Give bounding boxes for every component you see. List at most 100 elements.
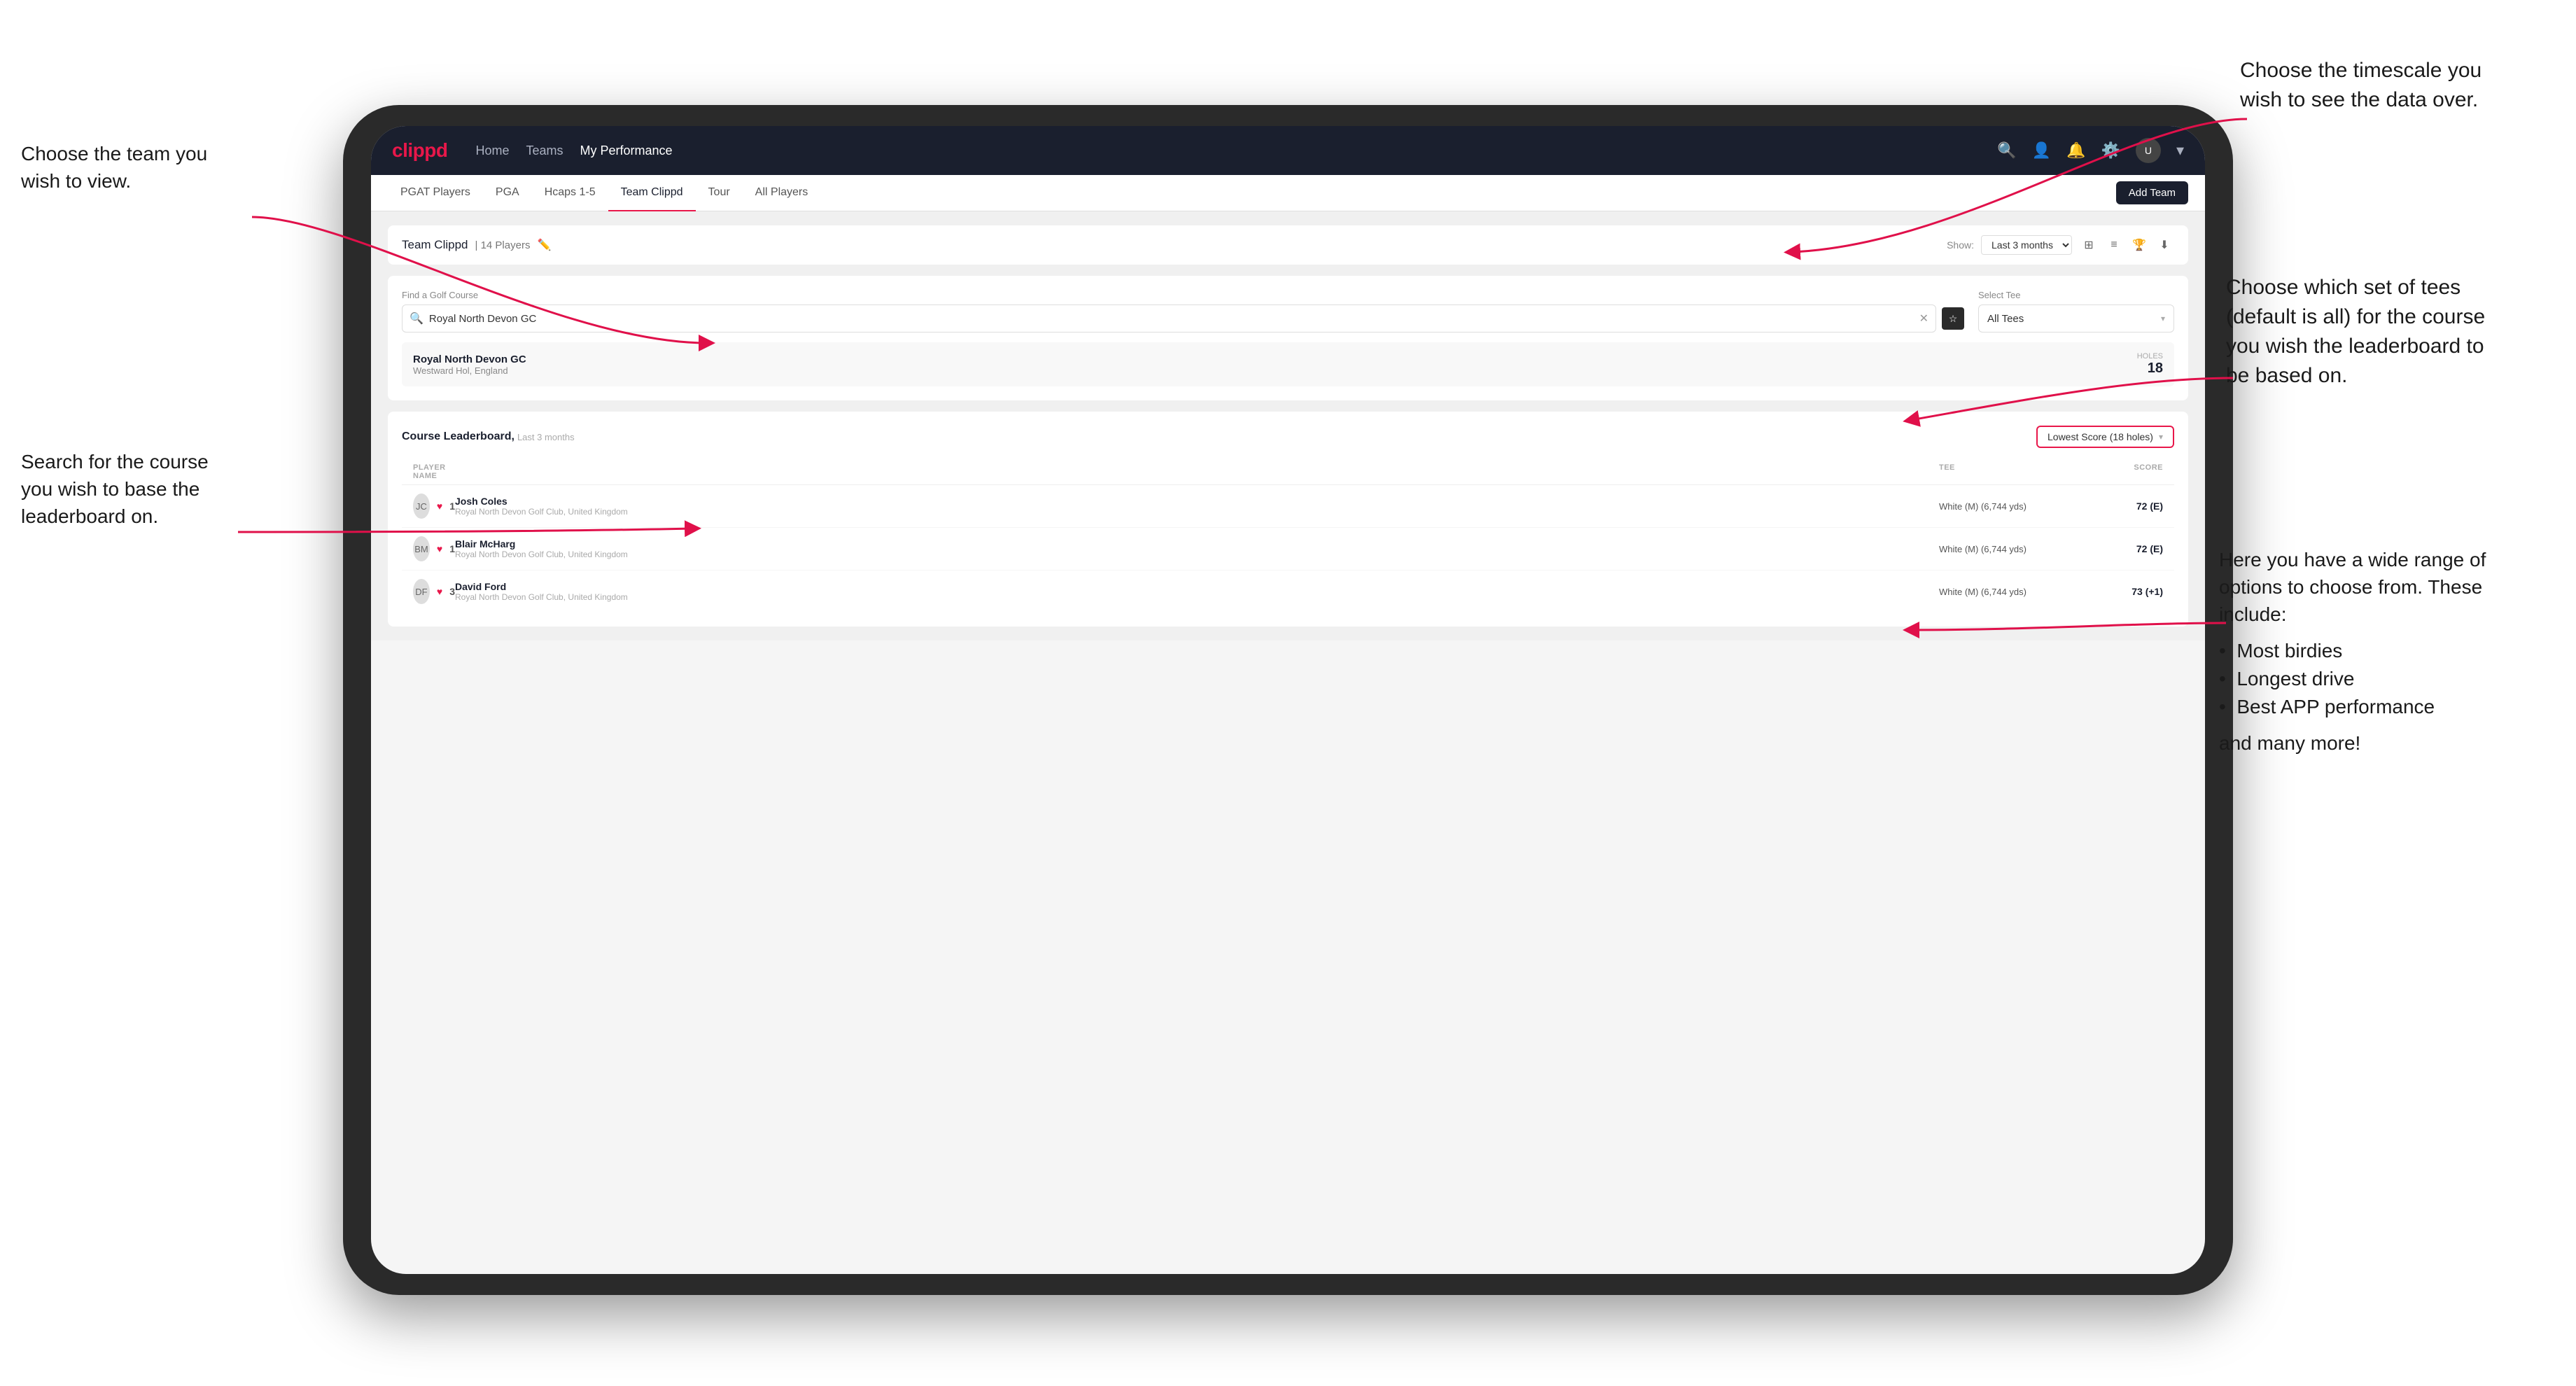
tee-select-value: All Tees — [1987, 313, 2024, 325]
annotation-option-1: • Most birdies — [2219, 640, 2527, 662]
table-row: JC ♥ 1 Josh Coles Royal North Devon Golf… — [402, 485, 2174, 528]
team-name: Team Clippd — [402, 238, 468, 252]
annotation-options-footer: and many more! — [2219, 732, 2527, 755]
list-view-icon[interactable]: ≡ — [2104, 235, 2124, 255]
table-header: PLAYER NAME TEE SCORE — [402, 459, 2174, 485]
app-logo: clippd — [392, 139, 447, 162]
rank-number-2: 1 — [449, 543, 455, 554]
player-name-3: David Ford — [455, 581, 1939, 592]
holes-label: Holes — [2137, 352, 2163, 360]
rank-number-3: 3 — [449, 586, 455, 597]
player-club-2: Royal North Devon Golf Club, United King… — [455, 550, 1939, 559]
time-period-select[interactable]: Last 3 months — [1981, 235, 2072, 255]
tablet-screen: clippd Home Teams My Performance 🔍 👤 🔔 ⚙… — [371, 126, 2205, 1274]
nav-my-performance[interactable]: My Performance — [580, 144, 672, 158]
annotation-search-course: Search for the course you wish to base t… — [21, 448, 231, 531]
heart-icon: ♥ — [437, 543, 442, 554]
leaderboard-subtitle: Last 3 months — [517, 432, 575, 442]
tee-select-dropdown[interactable]: All Tees ▾ — [1978, 304, 2174, 332]
team-header-bar: Team Clippd | 14 Players ✏️ Show: Last 3… — [388, 225, 2188, 265]
leaderboard-header: Course Leaderboard, Last 3 months Lowest… — [402, 426, 2174, 448]
download-icon[interactable]: ⬇ — [2155, 235, 2174, 255]
annotation-timescale: Choose the timescale you wish to see the… — [2240, 56, 2506, 115]
avatar[interactable]: U — [2136, 138, 2161, 163]
annotation-options: Here you have a wide range of options to… — [2219, 546, 2527, 755]
heart-icon: ♥ — [437, 586, 442, 597]
search-icon: 🔍 — [410, 312, 424, 326]
rank-number-1: 1 — [449, 500, 455, 512]
clear-search-button[interactable]: ✕ — [1919, 312, 1928, 326]
subnav-tour[interactable]: Tour — [696, 175, 743, 211]
subnav-pgat[interactable]: PGAT Players — [388, 175, 483, 211]
trophy-icon[interactable]: 🏆 — [2129, 235, 2149, 255]
player-club-1: Royal North Devon Golf Club, United King… — [455, 507, 1939, 517]
course-finder-card: Find a Golf Course 🔍 Royal North Devon G… — [388, 276, 2188, 400]
favorite-button[interactable]: ☆ — [1942, 307, 1964, 330]
chevron-down-icon: ▾ — [2176, 141, 2184, 160]
annotation-option-2: • Longest drive — [2219, 668, 2527, 690]
nav-links: Home Teams My Performance — [475, 144, 672, 158]
score-type-value: Lowest Score (18 holes) — [2047, 431, 2153, 442]
player-info-2: Blair McHarg Royal North Devon Golf Club… — [455, 538, 1939, 559]
row-rank-2: BM ♥ 1 — [413, 536, 455, 561]
player-avatar-2: BM — [413, 536, 430, 561]
edit-icon[interactable]: ✏️ — [537, 238, 551, 252]
nav-bar: clippd Home Teams My Performance 🔍 👤 🔔 ⚙… — [371, 126, 2205, 175]
add-team-button[interactable]: Add Team — [2116, 181, 2188, 204]
tee-info-1: White (M) (6,744 yds) — [1939, 501, 2079, 512]
player-info-1: Josh Coles Royal North Devon Golf Club, … — [455, 496, 1939, 517]
select-tee-section: Select Tee All Tees ▾ — [1978, 290, 2174, 332]
player-club-3: Royal North Devon Golf Club, United King… — [455, 592, 1939, 602]
grid-view-icon[interactable]: ⊞ — [2079, 235, 2099, 255]
user-icon[interactable]: 👤 — [2032, 141, 2051, 160]
nav-home[interactable]: Home — [475, 144, 509, 158]
select-tee-label: Select Tee — [1978, 290, 2174, 300]
find-course-label: Find a Golf Course — [402, 290, 1964, 300]
course-search-value: Royal North Devon GC — [429, 313, 1914, 325]
chevron-down-icon: ▾ — [2161, 314, 2165, 323]
leaderboard-title: Course Leaderboard, — [402, 430, 514, 443]
table-row: BM ♥ 1 Blair McHarg Royal North Devon Go… — [402, 528, 2174, 570]
team-player-count: | 14 Players — [475, 239, 531, 251]
col-header-player: PLAYER NAME — [413, 463, 455, 480]
annotation-tees: Choose which set of tees (default is all… — [2226, 273, 2506, 391]
nav-teams[interactable]: Teams — [526, 144, 563, 158]
table-row: DF ♥ 3 David Ford Royal North Devon Golf… — [402, 570, 2174, 612]
subnav-hcaps[interactable]: Hcaps 1-5 — [532, 175, 608, 211]
annotation-option-3: • Best APP performance — [2219, 696, 2527, 718]
player-avatar-1: JC — [413, 493, 430, 519]
score-info-2: 72 (E) — [2079, 543, 2163, 554]
leaderboard-card: Course Leaderboard, Last 3 months Lowest… — [388, 412, 2188, 626]
subnav-team-clippd[interactable]: Team Clippd — [608, 175, 696, 211]
find-course-section: Find a Golf Course 🔍 Royal North Devon G… — [402, 290, 1964, 332]
score-info-3: 73 (+1) — [2079, 586, 2163, 597]
course-search-input[interactable]: 🔍 Royal North Devon GC ✕ — [402, 304, 1936, 332]
player-name-1: Josh Coles — [455, 496, 1939, 507]
course-holes: Holes 18 — [2137, 352, 2163, 377]
nav-icons: 🔍 👤 🔔 ⚙️ U ▾ — [1997, 138, 2184, 163]
course-result-name: Royal North Devon GC — [413, 354, 2137, 365]
heart-icon: ♥ — [437, 500, 442, 512]
main-content: Team Clippd | 14 Players ✏️ Show: Last 3… — [371, 211, 2205, 640]
course-result: Royal North Devon GC Westward Hol, Engla… — [402, 342, 2174, 386]
chevron-down-icon: ▾ — [2159, 432, 2163, 442]
row-rank-3: DF ♥ 3 — [413, 579, 455, 604]
score-info-1: 72 (E) — [2079, 500, 2163, 512]
subnav-pga[interactable]: PGA — [483, 175, 532, 211]
player-name-2: Blair McHarg — [455, 538, 1939, 550]
settings-icon[interactable]: ⚙️ — [2101, 141, 2120, 160]
view-icons: ⊞ ≡ 🏆 ⬇ — [2079, 235, 2174, 255]
course-result-location: Westward Hol, England — [413, 365, 2137, 376]
subnav-all-players[interactable]: All Players — [743, 175, 821, 211]
row-rank-1: JC ♥ 1 — [413, 493, 455, 519]
player-info-3: David Ford Royal North Devon Golf Club, … — [455, 581, 1939, 602]
holes-number: 18 — [2137, 360, 2163, 377]
score-type-select[interactable]: Lowest Score (18 holes) ▾ — [2036, 426, 2174, 448]
player-avatar-3: DF — [413, 579, 430, 604]
tee-info-2: White (M) (6,744 yds) — [1939, 544, 2079, 554]
search-icon[interactable]: 🔍 — [1997, 141, 2016, 160]
tablet-device: clippd Home Teams My Performance 🔍 👤 🔔 ⚙… — [343, 105, 2233, 1295]
col-header-tee: TEE — [1939, 463, 2079, 480]
bell-icon[interactable]: 🔔 — [2066, 141, 2085, 160]
col-header-score: SCORE — [2079, 463, 2163, 480]
